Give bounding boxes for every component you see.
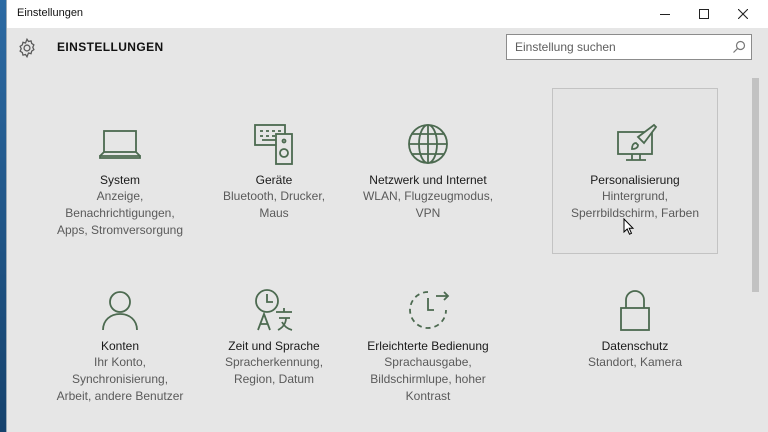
tile-title: System — [99, 173, 140, 187]
person-icon — [102, 291, 138, 331]
search-icon[interactable] — [730, 38, 748, 56]
tile-description: Sprachausgabe, Bildschirmlupe, hoher Kon… — [370, 355, 486, 403]
mouse-cursor-icon — [623, 218, 635, 235]
ease-of-access-icon — [409, 291, 450, 329]
tile-title: Personalisierung — [590, 173, 680, 187]
tile-privacy[interactable]: Datenschutz Standort, Kamera — [552, 256, 718, 422]
tile-devices[interactable]: Geräte Bluetooth, Drucker, Maus — [191, 88, 357, 254]
gear-icon — [19, 37, 35, 59]
minimize-icon — [660, 14, 670, 15]
maximize-icon — [699, 9, 709, 19]
tile-description: Bluetooth, Drucker, Maus — [222, 189, 326, 220]
laptop-icon — [99, 130, 141, 159]
tile-title: Netzwerk und Internet — [369, 173, 487, 187]
scrollbar-thumb[interactable] — [752, 78, 759, 292]
search-input[interactable] — [507, 35, 730, 59]
tile-system[interactable]: System Anzeige, Benachrichtigungen, Apps… — [37, 88, 203, 254]
time-language-icon — [255, 289, 293, 331]
tile-title: Erleichterte Bedienung — [367, 339, 489, 353]
tile-title: Konten — [100, 339, 140, 353]
tile-ease-of-access[interactable]: Erleichterte Bedienung Sprachausgabe, Bi… — [345, 256, 511, 422]
search-box[interactable] — [506, 34, 752, 60]
close-icon — [738, 9, 748, 19]
tile-description: Hintergrund, Sperrbildschirm, Farben — [570, 189, 700, 220]
close-button[interactable] — [723, 0, 763, 28]
tile-description: Standort, Kamera — [587, 355, 683, 369]
tile-personalization[interactable]: Personalisierung Hintergrund, Sperrbilds… — [552, 88, 718, 254]
window-title: Einstellungen — [17, 7, 84, 19]
tile-description: WLAN, Flugzeugmodus, VPN — [362, 189, 494, 220]
tile-title: Zeit und Sprache — [228, 339, 320, 353]
tile-description: Anzeige, Benachrichtigungen, Apps, Strom… — [56, 189, 184, 237]
tile-time-language[interactable]: Zeit und Sprache Spracherkennung, Region… — [191, 256, 357, 422]
maximize-button[interactable] — [684, 0, 724, 28]
personalization-icon — [617, 123, 658, 161]
tile-title: Geräte — [255, 173, 293, 187]
tile-description: Spracherkennung, Region, Datum — [224, 355, 324, 386]
tile-network[interactable]: Netzwerk und Internet WLAN, Flugzeugmodu… — [345, 88, 511, 254]
vertical-scrollbar[interactable] — [751, 68, 760, 432]
tile-title: Datenschutz — [601, 339, 669, 353]
minimize-button[interactable] — [645, 0, 685, 28]
devices-icon — [254, 124, 293, 165]
title-bar[interactable]: Einstellungen — [7, 0, 768, 28]
page-title: EINSTELLUNGEN — [57, 40, 164, 54]
globe-icon — [408, 124, 448, 164]
tile-description: Ihr Konto, Synchronisierung, Arbeit, and… — [56, 355, 184, 403]
settings-header: EINSTELLUNGEN — [7, 28, 768, 68]
tile-accounts[interactable]: Konten Ihr Konto, Synchronisierung, Arbe… — [37, 256, 203, 422]
settings-window: Einstellungen EINSTELLUNGEN Einstellung … — [6, 0, 768, 432]
lock-icon — [620, 290, 650, 331]
